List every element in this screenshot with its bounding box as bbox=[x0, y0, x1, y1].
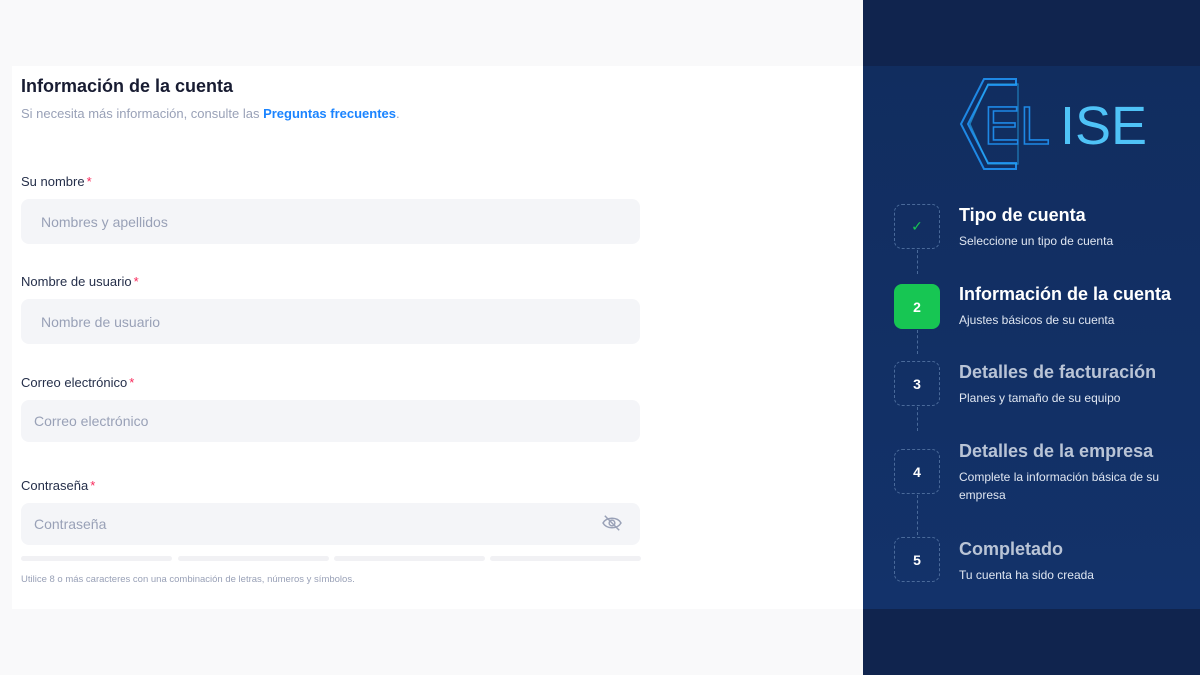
step-1-badge[interactable]: ✓ bbox=[894, 204, 940, 249]
password-label: Contraseña * bbox=[21, 478, 95, 493]
step-connector bbox=[917, 407, 918, 431]
step-2-title: Información de la cuenta bbox=[959, 284, 1172, 304]
svg-text:EL: EL bbox=[984, 96, 1050, 156]
username-input[interactable] bbox=[21, 299, 640, 344]
eye-slash-icon[interactable] bbox=[601, 514, 623, 532]
step-1-desc: Seleccione un tipo de cuenta bbox=[959, 234, 1114, 248]
required-mark: * bbox=[90, 478, 96, 493]
email-label: Correo electrónico * bbox=[21, 375, 134, 390]
required-mark: * bbox=[129, 375, 135, 390]
step-connector bbox=[917, 495, 918, 535]
form-subtitle-text: Si necesita más información, consulte la… bbox=[21, 106, 260, 121]
name-input[interactable] bbox=[21, 199, 640, 244]
password-strength-segment bbox=[490, 556, 641, 561]
step-5-desc: Tu cuenta ha sido creada bbox=[959, 568, 1094, 582]
signup-page: Información de la cuenta Si necesita más… bbox=[0, 0, 1200, 675]
password-strength-segment bbox=[334, 556, 485, 561]
name-label: Su nombre * bbox=[21, 174, 92, 189]
required-mark: * bbox=[86, 174, 92, 189]
step-5-title: Completado bbox=[959, 539, 1064, 559]
password-strength-segment bbox=[178, 556, 329, 561]
name-label-text: Su nombre bbox=[21, 174, 85, 189]
account-info-form: Información de la cuenta Si necesita más… bbox=[12, 66, 863, 609]
step-3-badge[interactable]: 3 bbox=[894, 361, 940, 406]
form-subtitle-end: . bbox=[396, 106, 400, 121]
step-3-desc: Planes y tamaño de su equipo bbox=[959, 391, 1121, 405]
form-title: Información de la cuenta bbox=[21, 76, 234, 96]
elise-logo: EL ISE bbox=[959, 78, 1147, 170]
faq-link[interactable]: Preguntas frecuentes bbox=[263, 106, 396, 121]
email-input[interactable] bbox=[21, 400, 640, 442]
username-label-text: Nombre de usuario bbox=[21, 274, 132, 289]
password-hint: Utilice 8 o más caracteres con una combi… bbox=[21, 574, 355, 585]
password-input[interactable] bbox=[21, 503, 640, 545]
step-connector bbox=[917, 330, 918, 354]
step-connector bbox=[917, 250, 918, 274]
password-strength-segment bbox=[21, 556, 172, 561]
form-subtitle: Si necesita más información, consulte la… bbox=[21, 106, 400, 121]
step-4-title: Detalles de la empresa bbox=[959, 441, 1154, 461]
step-2-badge[interactable]: 2 bbox=[894, 284, 940, 329]
password-label-text: Contraseña bbox=[21, 478, 89, 493]
step-2-desc: Ajustes básicos de su cuenta bbox=[959, 313, 1115, 327]
step-5-badge[interactable]: 5 bbox=[894, 537, 940, 582]
step-3-title: Detalles de facturación bbox=[959, 362, 1157, 382]
username-label: Nombre de usuario * bbox=[21, 274, 139, 289]
step-1-title: Tipo de cuenta bbox=[959, 205, 1086, 225]
step-4-desc: Complete la información básica de su emp… bbox=[959, 470, 1160, 502]
svg-text:ISE: ISE bbox=[1060, 96, 1147, 156]
email-label-text: Correo electrónico bbox=[21, 375, 128, 390]
required-mark: * bbox=[133, 274, 139, 289]
stepper-sidebar: EL ISE ✓ Tipo de cuenta Seleccione un ti… bbox=[863, 0, 1200, 675]
check-icon: ✓ bbox=[911, 218, 923, 234]
step-4-badge[interactable]: 4 bbox=[894, 449, 940, 494]
